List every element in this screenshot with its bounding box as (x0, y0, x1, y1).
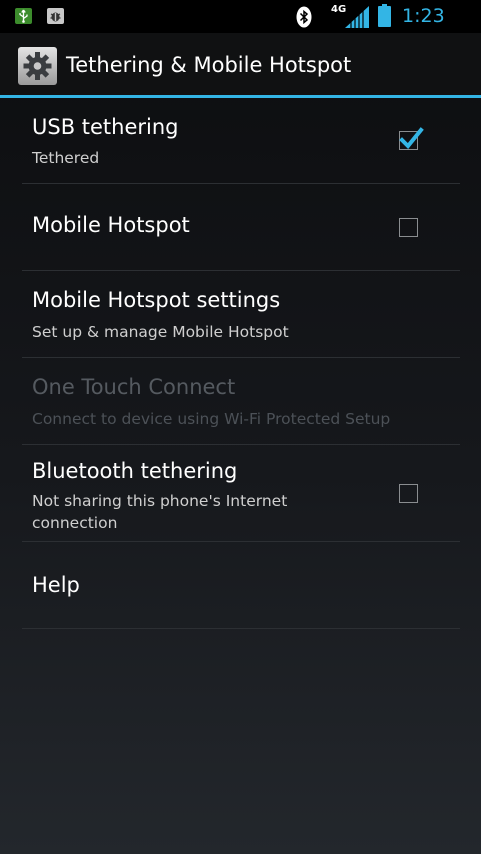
help-title: Help (32, 573, 80, 597)
help-row[interactable]: Help (22, 542, 460, 629)
bluetooth-icon (296, 6, 312, 28)
settings-gear-icon[interactable] (18, 47, 57, 85)
mobile-hotspot-settings-summary: Set up & manage Mobile Hotspot (32, 323, 289, 341)
bluetooth-tethering-checkbox[interactable] (399, 484, 418, 503)
battery-icon (378, 6, 391, 27)
mobile-hotspot-title: Mobile Hotspot (32, 213, 190, 237)
one-touch-connect-title: One Touch Connect (32, 375, 236, 399)
mobile-hotspot-row[interactable]: Mobile Hotspot (22, 184, 460, 271)
mobile-hotspot-checkbox[interactable] (399, 218, 418, 237)
bluetooth-tethering-row[interactable]: Bluetooth tethering Not sharing this pho… (22, 445, 460, 542)
network-type-label: 4G (331, 4, 347, 15)
checkmark-icon (399, 127, 424, 149)
preference-list: USB tethering Tethered Mobile Hotspot Mo… (22, 98, 460, 629)
usb-notification-icon (15, 8, 32, 24)
bluetooth-tethering-summary: Not sharing this phone's Internet connec… (32, 492, 288, 532)
usb-tethering-summary: Tethered (32, 149, 100, 167)
usb-tethering-title: USB tethering (32, 115, 179, 139)
mobile-hotspot-settings-title: Mobile Hotspot settings (32, 288, 281, 312)
status-clock: 1:23 (402, 5, 445, 27)
signal-icon (345, 6, 369, 28)
bluetooth-tethering-title: Bluetooth tethering (32, 459, 238, 483)
usb-tethering-row[interactable]: USB tethering Tethered (22, 98, 460, 184)
mobile-hotspot-settings-row[interactable]: Mobile Hotspot settings Set up & manage … (22, 271, 460, 358)
page-title: Tethering & Mobile Hotspot (66, 53, 352, 77)
usb-tethering-checkbox[interactable] (399, 127, 424, 150)
one-touch-connect-summary: Connect to device using Wi-Fi Protected … (32, 410, 391, 428)
status-bar: 4G 1:23 (0, 0, 481, 33)
one-touch-connect-row: One Touch Connect Connect to device usin… (22, 358, 460, 445)
usb-debugging-icon (47, 8, 64, 24)
